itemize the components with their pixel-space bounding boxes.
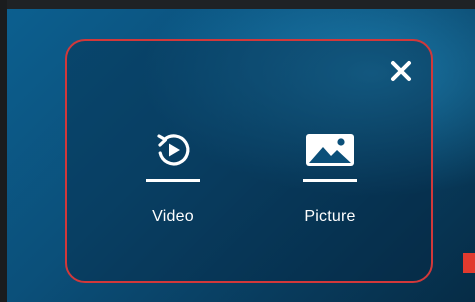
capture-mode-dialog: Video Picture bbox=[65, 39, 433, 283]
video-option-label: Video bbox=[152, 208, 194, 225]
camera-screen: Video Picture bbox=[7, 9, 475, 302]
top-bezel bbox=[0, 0, 475, 9]
left-bezel bbox=[0, 0, 7, 302]
video-option-button[interactable]: Video bbox=[118, 131, 228, 241]
video-option-underline bbox=[146, 179, 200, 182]
picture-option-label: Picture bbox=[304, 208, 356, 225]
picture-option-underline bbox=[303, 179, 357, 182]
video-replay-icon bbox=[157, 134, 190, 166]
close-button[interactable] bbox=[389, 59, 413, 83]
record-indicator bbox=[463, 253, 475, 273]
picture-option-button[interactable]: Picture bbox=[275, 131, 385, 241]
picture-icon bbox=[306, 134, 354, 166]
close-icon bbox=[391, 61, 411, 81]
